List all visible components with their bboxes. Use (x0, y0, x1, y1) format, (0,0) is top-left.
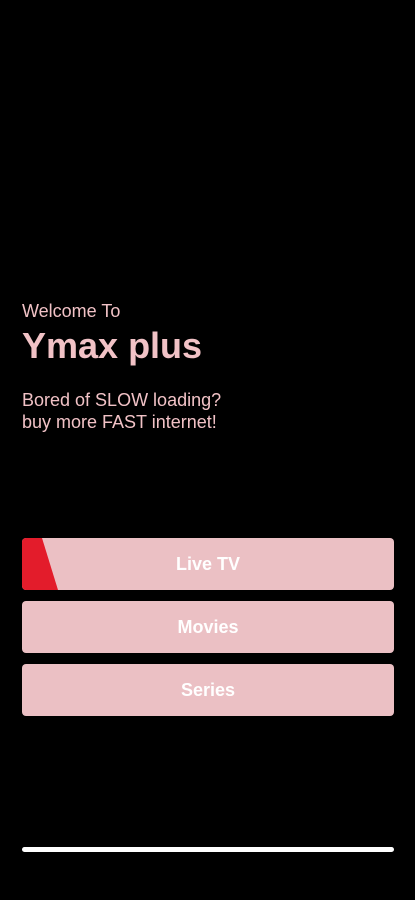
selection-indicator (22, 538, 58, 590)
live-tv-label: Live TV (175, 553, 241, 574)
movies-button[interactable]: Movies (22, 601, 394, 653)
series-button[interactable]: Series (22, 664, 394, 716)
welcome-text: Welcome To (22, 301, 121, 321)
movies-label: Movies (177, 616, 239, 637)
tagline: Bored of SLOW loading? buy more FAST int… (22, 389, 322, 433)
app-title: Ymax plus (22, 325, 203, 366)
home-indicator-bar[interactable] (22, 847, 394, 852)
main-menu: Live TV Movies Series (22, 538, 394, 727)
tagline-line-1: Bored of SLOW loading? (22, 390, 222, 410)
tagline-line-2: buy more FAST internet! (22, 412, 217, 432)
series-label: Series (180, 679, 236, 700)
app-screen: Welcome To Ymax plus Bored of SLOW loadi… (0, 0, 415, 900)
live-tv-button[interactable]: Live TV (22, 538, 394, 590)
